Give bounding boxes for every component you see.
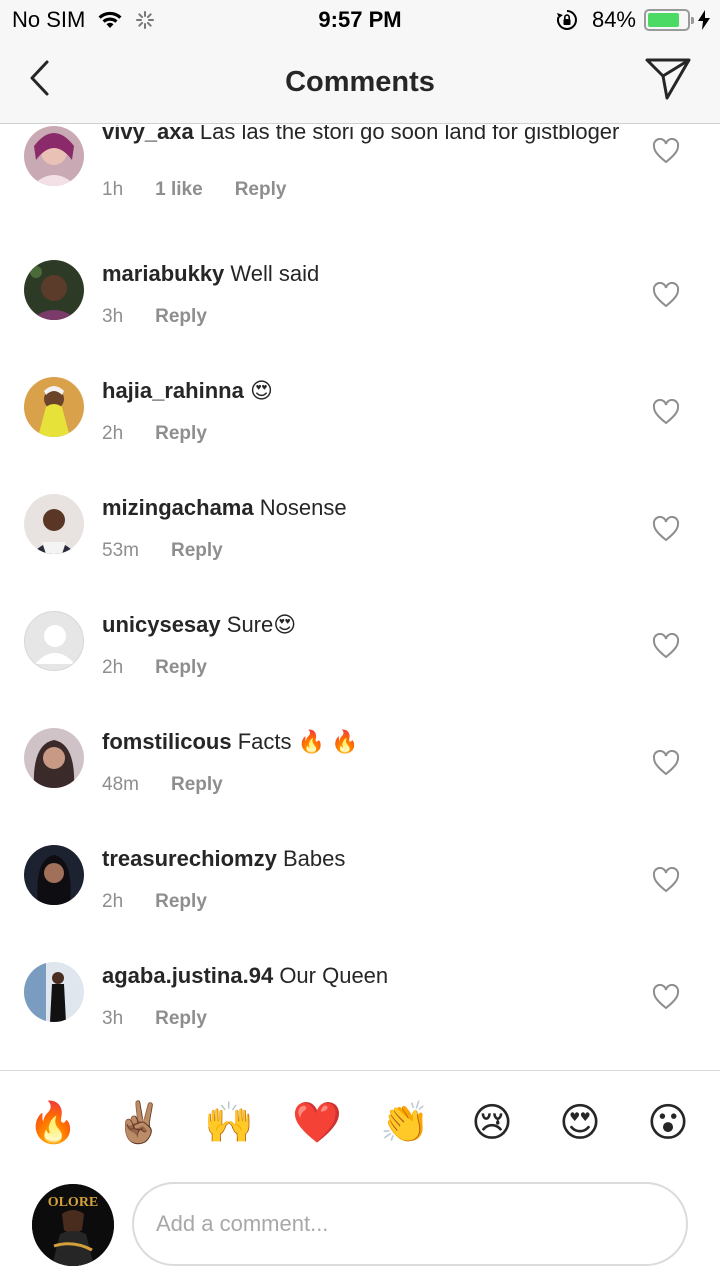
comment-composer: OLORE xyxy=(0,1174,720,1280)
comment-likes[interactable]: 1 like xyxy=(155,179,203,201)
comment-username[interactable]: fomstilicous xyxy=(102,729,232,754)
heart-icon[interactable] xyxy=(652,633,680,659)
battery-percent: 84% xyxy=(591,7,636,32)
reply-button[interactable]: Reply xyxy=(155,1008,207,1030)
comment-item: hajia_rahinna 😍 2h Reply xyxy=(0,377,720,487)
heart-icon[interactable] xyxy=(652,984,680,1010)
comment-meta: 48m Reply xyxy=(102,774,255,796)
comment-item: mariabukky Well said 3h Reply xyxy=(0,260,720,370)
comment-time: 2h xyxy=(102,891,124,912)
reply-button[interactable]: Reply xyxy=(155,891,207,913)
comment-username[interactable]: agaba.justina.94 xyxy=(102,963,273,988)
avatar[interactable] xyxy=(24,728,84,788)
reply-button[interactable]: Reply xyxy=(155,657,207,679)
comment-meta: 3h Reply xyxy=(102,1008,239,1030)
comment-meta: 3h Reply xyxy=(102,306,239,328)
battery-icon xyxy=(644,9,694,31)
fire-emoji-button[interactable]: 🔥 xyxy=(28,1099,78,1147)
surprised-emoji-button[interactable]: 😮 xyxy=(644,1099,692,1147)
comment-time: 3h xyxy=(102,306,124,327)
current-user-avatar: OLORE xyxy=(32,1184,114,1266)
avatar[interactable] xyxy=(24,845,84,905)
comment-body: Well said xyxy=(230,261,320,286)
comment-username[interactable]: mariabukky xyxy=(102,261,224,286)
heart-icon[interactable] xyxy=(652,750,680,776)
comment-body: Facts 🔥 🔥 xyxy=(237,729,359,754)
comment-item: vivy_axa Las las the stori go soon land … xyxy=(0,125,720,228)
reply-button[interactable]: Reply xyxy=(171,774,223,796)
nav-bar: Comments xyxy=(0,40,720,124)
comment-body: Las las the stori go soon land for gistb… xyxy=(199,125,620,144)
avatar[interactable] xyxy=(24,260,84,320)
comment-username[interactable]: vivy_axa xyxy=(102,125,194,144)
comment-body: Babes xyxy=(282,846,346,871)
comment-username[interactable]: treasurechiomzy xyxy=(102,846,277,871)
comment-username[interactable]: unicysesay xyxy=(102,612,221,637)
comment-username[interactable]: hajia_rahinna xyxy=(102,378,244,403)
comment-time: 3h xyxy=(102,1008,124,1029)
comment-time: 48m xyxy=(102,774,139,795)
comment-meta: 2h Reply xyxy=(102,657,239,679)
heart-icon[interactable] xyxy=(652,399,680,425)
comment-time: 2h xyxy=(102,657,124,678)
comment-body: Sure😍 xyxy=(226,612,297,637)
heart-eyes-emoji-button[interactable]: 😍 xyxy=(556,1099,604,1147)
comment-item: treasurechiomzy Babes 2h Reply xyxy=(0,845,720,955)
page-title: Comments xyxy=(285,66,435,98)
comment-item: mizingachama Nosense 53m Reply xyxy=(0,494,720,604)
reply-button[interactable]: Reply xyxy=(235,179,287,201)
heart-icon[interactable] xyxy=(652,282,680,308)
raising-hands-emoji-button[interactable]: 🙌 xyxy=(204,1099,254,1147)
comment-time: 2h xyxy=(102,423,124,444)
share-send-button[interactable] xyxy=(644,56,692,102)
orientation-lock-icon xyxy=(556,10,577,30)
comment-item: agaba.justina.94 Our Queen 3h Reply xyxy=(0,962,720,1070)
avatar[interactable] xyxy=(24,962,84,1022)
reply-button[interactable]: Reply xyxy=(171,540,223,562)
heart-emoji-button[interactable]: ❤️ xyxy=(292,1099,342,1147)
avatar[interactable] xyxy=(24,126,84,186)
comment-body: 😍 xyxy=(249,378,273,403)
comment-time: 1h xyxy=(102,179,124,200)
heart-icon[interactable] xyxy=(652,516,680,542)
default-avatar-icon[interactable] xyxy=(24,611,84,671)
charging-bolt-icon xyxy=(698,10,710,30)
comment-meta: 2h Reply xyxy=(102,891,239,913)
comment-meta: 53m Reply xyxy=(102,540,255,562)
reply-button[interactable]: Reply xyxy=(155,306,207,328)
comment-username[interactable]: mizingachama xyxy=(102,495,254,520)
comment-time: 53m xyxy=(102,540,139,561)
comment-body: Our Queen xyxy=(279,963,389,988)
comment-input[interactable] xyxy=(132,1182,688,1266)
comment-body: Nosense xyxy=(259,495,347,520)
avatar[interactable] xyxy=(24,377,84,437)
reply-button[interactable]: Reply xyxy=(155,423,207,445)
comment-item: unicysesay Sure😍 2h Reply xyxy=(0,611,720,721)
crying-emoji-button[interactable]: 😢 xyxy=(468,1099,516,1147)
comment-meta: 1h 1 like Reply xyxy=(102,179,318,201)
clapping-emoji-button[interactable]: 👏 xyxy=(380,1099,430,1147)
victory-hand-emoji-button[interactable]: ✌🏽 xyxy=(114,1099,164,1147)
status-bar: No SIM 9:57 PM 84% xyxy=(0,0,720,40)
comment-item: fomstilicous Facts 🔥 🔥 48m Reply xyxy=(0,728,720,838)
comment-meta: 2h Reply xyxy=(102,423,239,445)
heart-icon[interactable] xyxy=(652,867,680,893)
heart-icon[interactable] xyxy=(652,138,680,164)
comment-list[interactable]: vivy_axa Las las the stori go soon land … xyxy=(0,125,720,1070)
svg-text:OLORE: OLORE xyxy=(48,1195,99,1210)
avatar[interactable] xyxy=(24,494,84,554)
quick-reaction-bar: 🔥 ✌🏽 🙌 ❤️ 👏 😢 😍 😮 xyxy=(0,1070,720,1174)
